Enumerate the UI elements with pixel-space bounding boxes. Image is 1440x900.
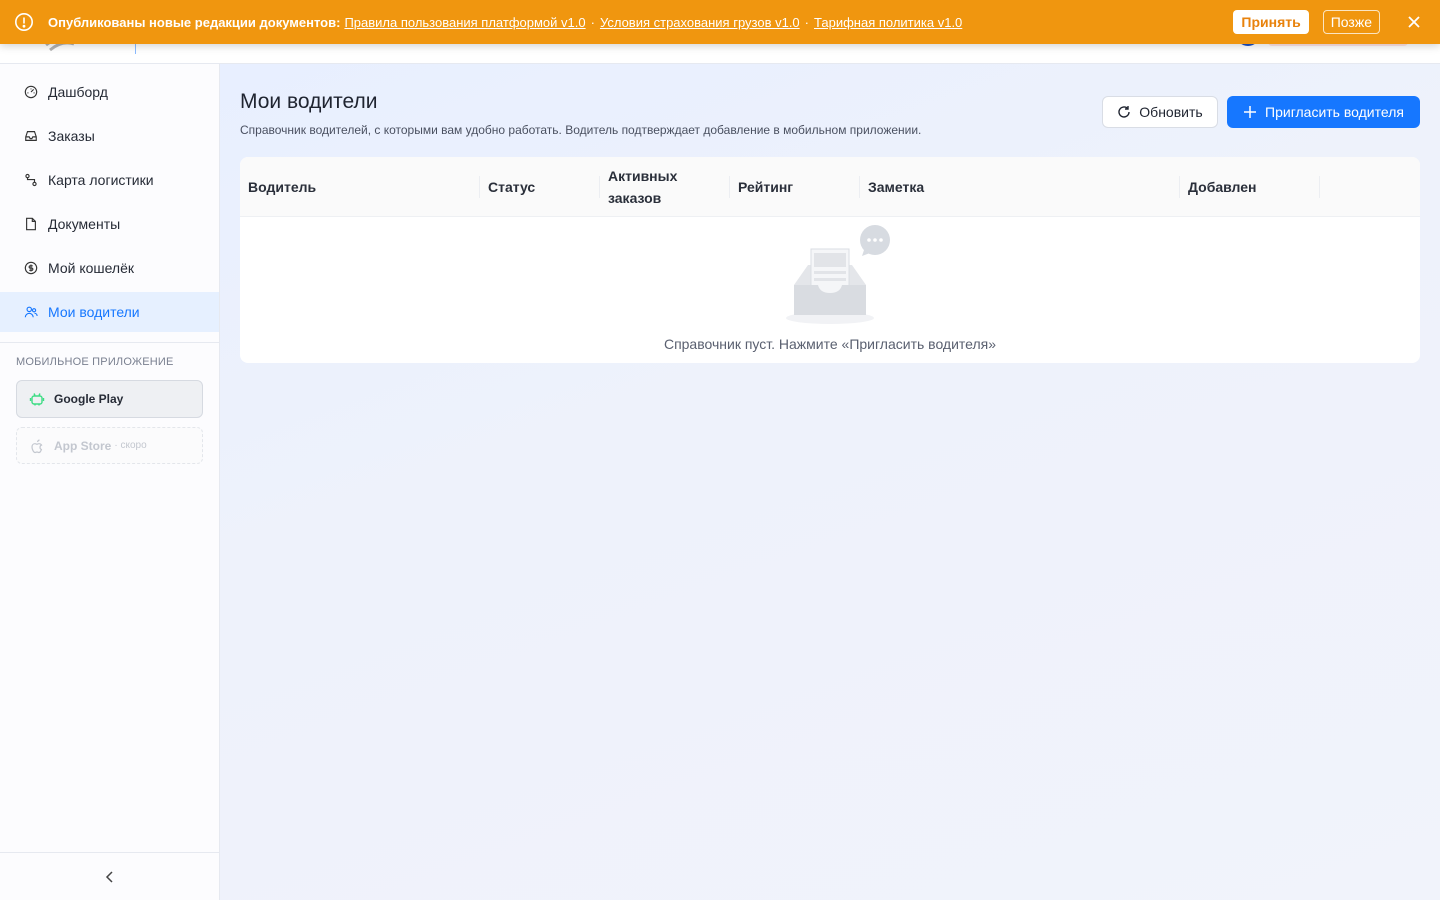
sidebar-item-documents[interactable]: Документы	[0, 204, 219, 244]
column-header-active-orders[interactable]: Активных заказов	[600, 157, 730, 216]
sidebar-item-dashboard[interactable]: Дашборд	[0, 72, 219, 112]
dollar-icon	[24, 261, 38, 275]
later-button[interactable]: Позже	[1322, 10, 1380, 34]
file-icon	[26, 217, 36, 231]
sidebar-item-my-drivers[interactable]: Мои водители	[0, 292, 219, 332]
column-header-note[interactable]: Заметка	[860, 157, 1180, 216]
plus-icon	[1244, 106, 1257, 118]
invite-driver-button[interactable]: Пригласить водителя	[1227, 96, 1420, 128]
sidebar-item-label: Документы	[48, 216, 121, 232]
google-play-label: Google Play	[54, 392, 124, 406]
column-header-rating[interactable]: Рейтинг	[730, 157, 860, 216]
app-store-label: App Store	[54, 438, 112, 453]
sidebar-item-orders[interactable]: Заказы	[0, 116, 219, 156]
chevron-left-icon	[105, 870, 113, 883]
team-icon	[24, 306, 38, 318]
google-play-button[interactable]: Google Play	[16, 380, 203, 418]
apple-icon	[31, 438, 43, 453]
sidebar-item-label: Карта логистики	[48, 172, 154, 188]
empty-state: Справочник пуст. Нажмите «Пригласить вод…	[240, 217, 1420, 363]
link-tariff-policy[interactable]: Тарифная политика v1.0	[814, 15, 962, 30]
banner-separator: ·	[804, 14, 810, 30]
accept-button[interactable]: Принять	[1233, 10, 1309, 34]
sidebar-item-label: Дашборд	[48, 84, 108, 100]
route-icon	[25, 173, 37, 187]
mobile-app-caption: МОБИЛЬНОЕ ПРИЛОЖЕНИЕ	[16, 356, 174, 368]
main-content: Мои водители Справочник водителей, с кот…	[220, 64, 1440, 900]
column-header-actions	[1320, 157, 1420, 216]
close-icon[interactable]	[1406, 14, 1422, 30]
empty-state-text: Справочник пуст. Нажмите «Пригласить вод…	[663, 336, 997, 352]
invite-label: Пригласить водителя	[1265, 104, 1404, 120]
sidebar: Дашборд Заказы Карта логистики Документы…	[0, 64, 220, 900]
column-header-status[interactable]: Статус	[480, 157, 600, 216]
table-header: Водитель Статус Активных заказов Рейтинг…	[240, 157, 1420, 217]
sidebar-item-label: Заказы	[48, 128, 95, 144]
column-header-driver[interactable]: Водитель	[240, 157, 480, 216]
sidebar-item-label: Мои водители	[48, 304, 140, 320]
sidebar-item-wallet[interactable]: Мой кошелёк	[0, 248, 219, 288]
link-platform-rules[interactable]: Правила пользования платформой v1.0	[344, 15, 585, 30]
empty-inbox-icon	[786, 225, 890, 324]
link-cargo-insurance[interactable]: Условия страхования грузов v1.0	[600, 15, 800, 30]
refresh-button[interactable]: Обновить	[1102, 96, 1218, 128]
drivers-table: Водитель Статус Активных заказов Рейтинг…	[240, 157, 1420, 363]
sidebar-item-label: Мой кошелёк	[48, 260, 135, 276]
exclamation-circle-icon	[15, 13, 33, 31]
sidebar-item-logistics-map[interactable]: Карта логистики	[0, 160, 219, 200]
sidebar-collapse[interactable]	[0, 852, 219, 900]
banner-separator: ·	[590, 14, 595, 30]
app-store-soon: · скоро	[114, 440, 147, 451]
banner-lead-text: Опубликованы новые редакции документов:	[48, 14, 341, 30]
reload-icon	[1118, 106, 1130, 118]
page-title: Мои водители	[240, 90, 378, 113]
page-subtitle: Справочник водителей, с которыми вам удо…	[240, 123, 922, 137]
android-icon	[29, 393, 45, 406]
app-store-button: App Store · скоро	[16, 427, 203, 464]
refresh-label: Обновить	[1139, 104, 1203, 120]
dashboard-icon	[24, 85, 38, 99]
column-header-added[interactable]: Добавлен	[1180, 157, 1320, 216]
inbox-icon	[25, 131, 37, 141]
documents-update-banner: Опубликованы новые редакции документов: …	[0, 0, 1440, 44]
